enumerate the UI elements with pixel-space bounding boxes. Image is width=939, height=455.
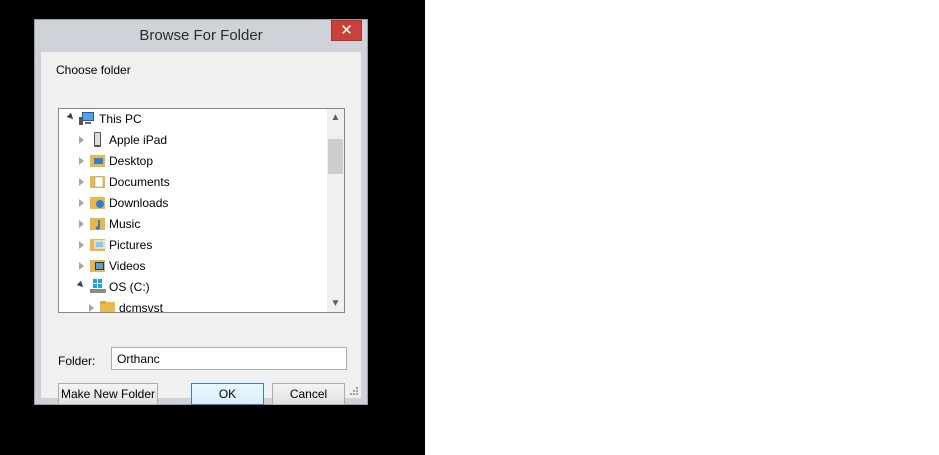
browse-for-folder-dialog: Browse For Folder ✕ Choose folder This P… xyxy=(34,19,368,405)
music-folder-icon xyxy=(90,218,105,230)
collapsed-arrow-icon[interactable] xyxy=(79,136,84,144)
scroll-down-icon[interactable]: ▼ xyxy=(327,295,344,312)
tree-item-label: This PC xyxy=(99,112,142,126)
ipad-device-icon xyxy=(94,132,101,147)
tree-item-label: Downloads xyxy=(109,196,169,210)
make-new-folder-button[interactable]: Make New Folder xyxy=(58,383,158,405)
vertical-scrollbar[interactable]: ▲ ▼ xyxy=(327,109,344,312)
tree-item-label: Desktop xyxy=(109,154,154,168)
collapsed-arrow-icon[interactable] xyxy=(79,241,84,249)
folder-name-input[interactable] xyxy=(111,347,347,370)
collapsed-arrow-icon[interactable] xyxy=(79,262,84,270)
tree-item-label: dcmsvst xyxy=(119,301,164,313)
tree-item-label: Apple iPad xyxy=(109,133,168,147)
tree-item-label: Videos xyxy=(109,259,146,273)
cancel-button[interactable]: Cancel xyxy=(272,383,345,405)
dialog-body: Choose folder This PC Apple iPad Desktop… xyxy=(41,52,361,405)
close-button[interactable]: ✕ xyxy=(331,20,362,41)
collapsed-arrow-icon[interactable] xyxy=(79,157,84,165)
expanded-arrow-icon[interactable] xyxy=(76,280,86,290)
videos-folder-icon xyxy=(90,260,105,272)
tree-item-label: Documents xyxy=(109,175,170,189)
drive-icon xyxy=(90,279,106,293)
expanded-arrow-icon[interactable] xyxy=(66,112,76,122)
scroll-up-icon[interactable]: ▲ xyxy=(327,109,344,126)
tree-item-label: Pictures xyxy=(109,238,153,252)
resize-grip-icon[interactable] xyxy=(349,386,359,396)
ok-button[interactable]: OK xyxy=(191,383,264,405)
collapsed-arrow-icon[interactable] xyxy=(79,199,84,207)
folder-label: Folder: xyxy=(58,354,96,368)
folder-tree[interactable]: This PC Apple iPad Desktop Documents Dow… xyxy=(58,108,345,313)
documents-folder-icon xyxy=(90,176,105,188)
scrollbar-thumb[interactable] xyxy=(328,139,343,174)
collapsed-arrow-icon[interactable] xyxy=(79,220,84,228)
instruction-text: Choose folder xyxy=(56,63,131,77)
tree-item-label: Music xyxy=(109,217,141,231)
folder-icon xyxy=(100,301,115,312)
downloads-folder-icon xyxy=(90,197,105,209)
dialog-title: Browse For Folder xyxy=(139,27,263,44)
collapsed-arrow-icon[interactable] xyxy=(89,304,94,312)
collapsed-arrow-icon[interactable] xyxy=(79,178,84,186)
computer-icon xyxy=(79,112,94,125)
desktop-folder-icon xyxy=(90,155,105,167)
tree-item-label: OS (C:) xyxy=(109,280,150,294)
pictures-folder-icon xyxy=(90,239,105,251)
title-bar[interactable]: Browse For Folder ✕ xyxy=(35,20,367,52)
